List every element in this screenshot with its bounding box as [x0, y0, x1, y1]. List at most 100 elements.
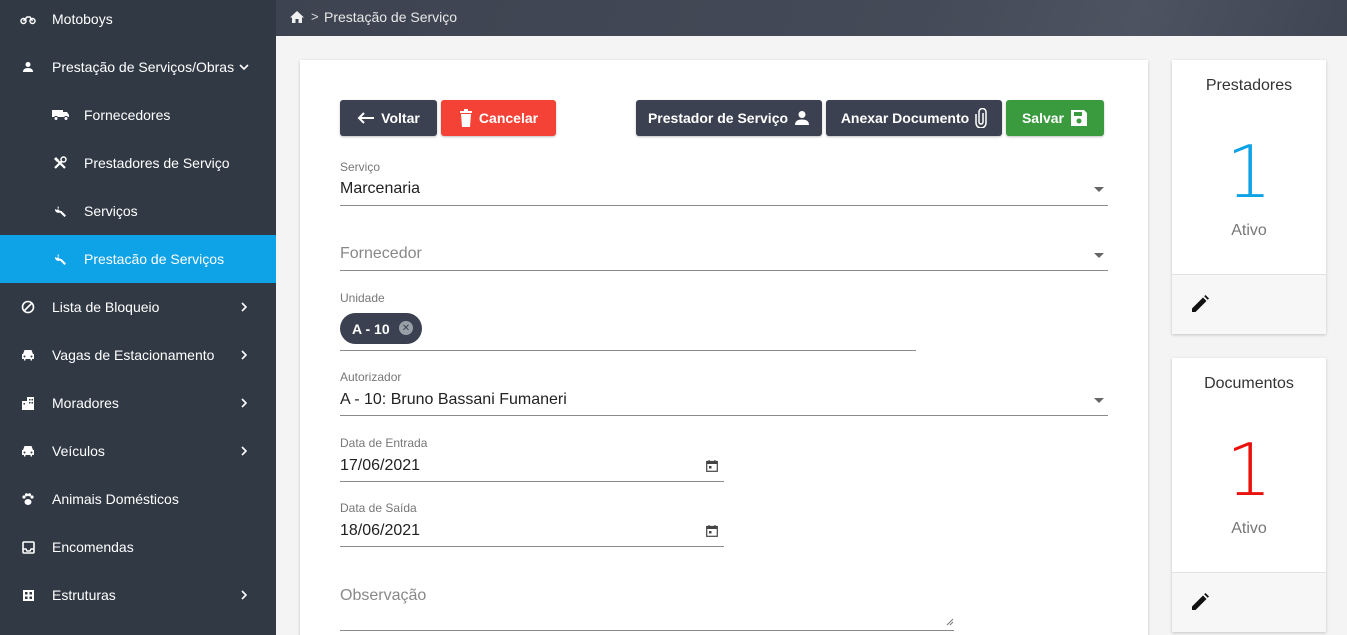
supplier-select[interactable]: Fornecedor	[340, 245, 422, 263]
documents-stat-count: 1	[1226, 428, 1272, 512]
motorcycle-icon	[20, 11, 36, 27]
sidebar-item-label: Veículos	[52, 443, 105, 459]
sidebar-item-label: Prestação de Serviços/Obras	[52, 59, 235, 75]
calendar-icon[interactable]	[706, 460, 718, 472]
sidebar-item-fornecedores[interactable]: Fornecedores	[0, 91, 276, 139]
car-icon	[20, 347, 36, 363]
providers-stat-footer	[1172, 274, 1326, 334]
authorizer-label: Autorizador	[340, 370, 402, 384]
unit-label: Unidade	[340, 291, 385, 305]
sidebar-item-label: Moradores	[52, 395, 119, 411]
grid-icon	[20, 587, 36, 603]
breadcrumb-current-page: Prestação de Serviço	[324, 9, 458, 25]
sidebar-item-label: Lista de Bloqueio	[52, 299, 160, 315]
sidebar-item-motoboys[interactable]: Motoboys	[0, 0, 276, 43]
sidebar-item-prestacao-servicos[interactable]: Prestacão de Serviços	[0, 235, 276, 283]
notes-underline	[340, 630, 954, 631]
sidebar: Motoboys Prestação de Serviços/Obras For…	[0, 0, 276, 635]
block-icon	[20, 299, 36, 315]
chevron-right-icon	[238, 445, 250, 457]
documents-stat-footer	[1172, 572, 1326, 632]
dropdown-arrow-icon[interactable]	[1094, 398, 1104, 403]
documents-stat-title: Documentos	[1204, 375, 1294, 392]
supplier-underline	[340, 270, 1108, 271]
sidebar-item-lista-bloqueio[interactable]: Lista de Bloqueio	[0, 283, 276, 331]
exit-date-underline	[340, 546, 724, 547]
sidebar-item-label: Prestacão de Serviços	[84, 251, 225, 267]
service-underline	[340, 205, 1108, 206]
person-icon	[20, 59, 36, 75]
dropdown-arrow-icon[interactable]	[1094, 187, 1104, 192]
attach-document-button-label: Anexar Documento	[840, 110, 970, 126]
tools-icon	[52, 155, 68, 171]
sidebar-item-label: Encomendas	[52, 539, 134, 555]
chevron-right-icon	[238, 301, 250, 313]
sidebar-item-moradores[interactable]: Moradores	[0, 379, 276, 427]
exit-date-input[interactable]: 18/06/2021	[340, 522, 420, 540]
wrench-icon	[52, 203, 68, 219]
providers-stat-status: Ativo	[1231, 222, 1267, 239]
notes-textarea[interactable]: Observação	[340, 587, 426, 605]
documents-stat-card: Documentos 1 Ativo	[1172, 358, 1326, 632]
chevron-right-icon	[238, 589, 250, 601]
sidebar-item-label: Motoboys	[52, 11, 113, 27]
unit-underline	[340, 350, 916, 351]
add-provider-button[interactable]: Prestador de Serviço	[636, 100, 822, 136]
home-icon[interactable]	[289, 10, 305, 25]
truck-icon	[52, 107, 70, 123]
entry-date-underline	[340, 481, 724, 482]
edit-pencil-icon[interactable]	[1190, 592, 1210, 612]
documents-stat-status: Ativo	[1231, 520, 1267, 537]
close-icon[interactable]: ✕	[399, 321, 413, 335]
resize-handle-icon[interactable]	[944, 616, 954, 626]
sidebar-item-label: Animais Domésticos	[52, 491, 179, 507]
wrench-icon	[52, 251, 68, 267]
attach-document-button[interactable]: Anexar Documento	[826, 100, 1002, 136]
sidebar-item-animais-domesticos[interactable]: Animais Domésticos	[0, 475, 276, 523]
sidebar-item-servicos[interactable]: Serviços	[0, 187, 276, 235]
exit-date-label: Data de Saída	[340, 501, 417, 515]
back-button-label: Voltar	[381, 110, 420, 126]
sidebar-item-vagas-estacionamento[interactable]: Vagas de Estacionamento	[0, 331, 276, 379]
floppy-disk-icon	[1071, 110, 1088, 126]
sidebar-item-encomendas[interactable]: Encomendas	[0, 523, 276, 571]
unit-chip-label: A - 10	[352, 320, 390, 337]
car-icon	[20, 443, 36, 459]
trash-icon	[459, 109, 472, 127]
back-button[interactable]: Voltar	[340, 100, 437, 136]
sidebar-item-label: Serviços	[84, 203, 138, 219]
authorizer-underline	[340, 415, 1108, 416]
unit-chip[interactable]: A - 10 ✕	[340, 313, 422, 344]
save-button[interactable]: Salvar	[1006, 100, 1104, 136]
chevron-down-icon	[238, 61, 250, 73]
sidebar-item-label: Fornecedores	[84, 107, 171, 123]
sidebar-item-label: Prestadores de Serviço	[84, 155, 230, 171]
entry-date-input[interactable]: 17/06/2021	[340, 457, 420, 475]
entry-date-label: Data de Entrada	[340, 436, 428, 450]
person-icon	[795, 111, 810, 125]
edit-pencil-icon[interactable]	[1190, 294, 1210, 314]
cancel-button[interactable]: Cancelar	[441, 100, 556, 136]
service-label: Serviço	[340, 160, 381, 174]
inbox-icon	[20, 539, 36, 555]
chevron-right-icon	[238, 397, 250, 409]
breadcrumb-separator: >	[311, 9, 319, 24]
calendar-icon[interactable]	[706, 525, 718, 537]
sidebar-item-prestacao-servicos-obras[interactable]: Prestação de Serviços/Obras	[0, 43, 276, 91]
service-form-card: Voltar Cancelar Prestador de Serviço Ane…	[300, 60, 1148, 635]
providers-stat-title: Prestadores	[1205, 77, 1293, 94]
cancel-button-label: Cancelar	[478, 110, 539, 126]
sidebar-item-prestadores-servico[interactable]: Prestadores de Serviço	[0, 139, 276, 187]
service-select[interactable]: Marcenaria	[340, 180, 420, 198]
save-button-label: Salvar	[1021, 110, 1065, 126]
add-provider-button-label: Prestador de Serviço	[647, 110, 789, 126]
providers-stat-count: 1	[1226, 130, 1272, 214]
sidebar-item-label: Vagas de Estacionamento	[52, 347, 215, 363]
paw-icon	[20, 491, 36, 507]
sidebar-item-estruturas[interactable]: Estruturas	[0, 571, 276, 619]
sidebar-item-veiculos[interactable]: Veículos	[0, 427, 276, 475]
building-icon	[20, 395, 36, 411]
breadcrumb: > Prestação de Serviço	[276, 0, 1347, 36]
dropdown-arrow-icon[interactable]	[1094, 253, 1104, 258]
authorizer-select[interactable]: A - 10: Bruno Bassani Fumaneri	[340, 391, 567, 409]
